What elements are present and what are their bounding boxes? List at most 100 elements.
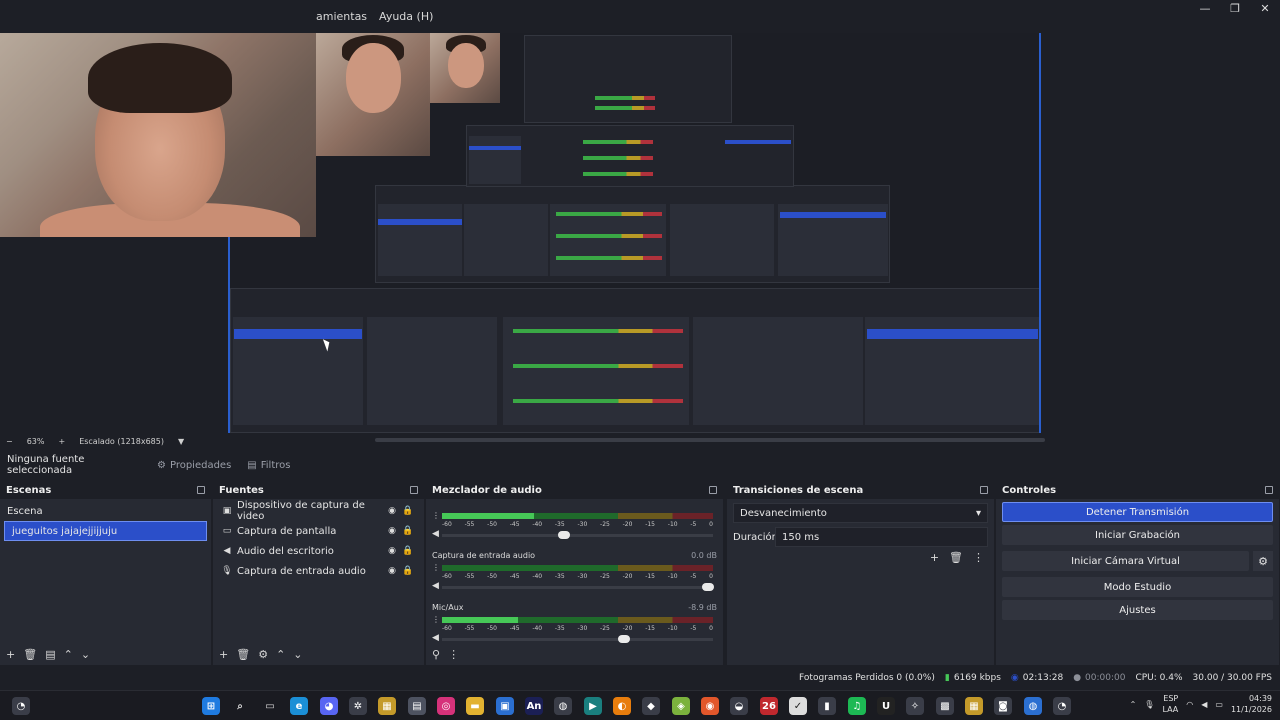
animate-icon[interactable]: An — [525, 697, 543, 715]
unreal-icon[interactable]: U — [877, 697, 895, 715]
app-icon[interactable]: 26 — [760, 697, 778, 715]
lock-icon[interactable]: 🔒 — [400, 506, 416, 516]
blender-icon[interactable]: ◐ — [613, 697, 631, 715]
app-icon[interactable]: ◍ — [554, 697, 572, 715]
task-view-icon[interactable]: ▭ — [261, 697, 279, 715]
scene-item-jueguitos[interactable]: jueguitos jajajejjijjuju — [4, 521, 207, 541]
source-item-video[interactable]: ▣ Dispositivo de captura de video ◉ 🔒 — [213, 500, 424, 522]
search-icon[interactable]: ⌕ — [231, 697, 249, 715]
arrow-up-icon[interactable]: ⌃ — [276, 648, 285, 661]
link-icon[interactable]: ⚲ — [432, 648, 440, 661]
app-icon[interactable]: ◍ — [1024, 697, 1042, 715]
app-icon[interactable]: ✧ — [906, 697, 924, 715]
stop-stream-button[interactable]: Detener Transmisión — [1002, 502, 1273, 522]
gear-icon[interactable]: ⚙ — [1253, 551, 1273, 571]
more-icon[interactable]: ⋮ — [973, 551, 984, 564]
lock-icon[interactable]: 🔒 — [400, 566, 416, 576]
undock-icon[interactable] — [410, 486, 418, 494]
minimize-icon[interactable]: — — [1190, 0, 1220, 16]
more-icon[interactable]: ⋮ — [448, 648, 459, 661]
trash-icon[interactable]: 🗑 — [236, 648, 250, 661]
visibility-icon[interactable]: ◉ — [384, 546, 400, 556]
scale-dropdown-icon[interactable]: ▼ — [178, 437, 184, 446]
app-icon[interactable]: ▮ — [818, 697, 836, 715]
app-icon[interactable]: ◒ — [730, 697, 748, 715]
more-icon[interactable]: ⋮ — [432, 511, 440, 520]
app-icon[interactable]: ◈ — [672, 697, 690, 715]
trash-icon[interactable]: 🗑 — [23, 648, 37, 661]
microphone-icon[interactable]: 🎙 — [1144, 700, 1154, 709]
visibility-icon[interactable]: ◉ — [384, 526, 400, 536]
app-icon[interactable]: ▦ — [378, 697, 396, 715]
preview-area[interactable] — [0, 33, 1280, 433]
chevron-up-icon[interactable]: ⌃ — [1130, 700, 1137, 709]
volume-handle[interactable] — [617, 635, 630, 643]
arrow-up-icon[interactable]: ⌃ — [64, 648, 73, 661]
lock-icon[interactable]: 🔒 — [400, 546, 416, 556]
add-icon[interactable]: + — [219, 648, 228, 661]
file-explorer-icon[interactable]: ▬ — [466, 697, 484, 715]
transition-select[interactable]: Desvanecimiento ▾ — [733, 503, 988, 523]
app-icon[interactable]: ▶ — [584, 697, 602, 715]
close-icon[interactable]: ✕ — [1250, 0, 1280, 16]
obs-tray-icon[interactable]: ◔ — [12, 697, 30, 715]
undock-icon[interactable] — [980, 486, 988, 494]
more-icon[interactable]: ⋮ — [432, 563, 440, 572]
obs-taskbar-icon[interactable]: ◔ — [1053, 697, 1071, 715]
app-icon[interactable]: ◙ — [994, 697, 1012, 715]
volume-slider[interactable] — [442, 531, 713, 539]
source-item-mic[interactable]: 🎙 Captura de entrada audio ◉ 🔒 — [213, 561, 424, 581]
studio-mode-button[interactable]: Modo Estudio — [1002, 577, 1273, 597]
app-icon[interactable]: ◆ — [642, 697, 660, 715]
language-indicator[interactable]: ESP LAA — [1162, 693, 1178, 715]
scale-label[interactable]: Escalado (1218x685) — [79, 437, 164, 446]
visibility-icon[interactable]: ◉ — [384, 566, 400, 576]
webcam-feed[interactable] — [0, 33, 316, 237]
discord-icon[interactable]: ◕ — [320, 697, 338, 715]
trash-icon[interactable]: 🗑 — [949, 551, 963, 564]
visibility-icon[interactable]: ◉ — [384, 506, 400, 516]
filters-button[interactable]: ▤ Filtros — [241, 456, 296, 475]
edge-icon[interactable]: e — [290, 697, 308, 715]
add-icon[interactable]: + — [6, 648, 15, 661]
speaker-icon[interactable]: ◀ — [432, 529, 439, 539]
add-icon[interactable]: + — [930, 551, 939, 564]
lock-icon[interactable]: 🔒 — [400, 526, 416, 536]
zoom-out-icon[interactable]: − — [6, 437, 13, 446]
arrow-down-icon[interactable]: ⌄ — [81, 648, 90, 661]
app-icon[interactable]: ✲ — [349, 697, 367, 715]
gear-icon[interactable]: ⚙ — [258, 648, 268, 661]
arrow-down-icon[interactable]: ⌄ — [293, 648, 302, 661]
spotify-icon[interactable]: ♫ — [848, 697, 866, 715]
volume-handle[interactable] — [557, 531, 570, 539]
app-icon[interactable]: ▤ — [408, 697, 426, 715]
menu-help[interactable]: Ayuda (H) — [379, 10, 433, 23]
source-item-screen[interactable]: ▭ Captura de pantalla ◉ 🔒 — [213, 521, 424, 541]
speaker-icon[interactable]: ◀ — [432, 633, 439, 643]
virtual-camera-button[interactable]: Iniciar Cámara Virtual — [1002, 551, 1249, 571]
settings-button[interactable]: Ajustes — [1002, 600, 1273, 620]
app-icon[interactable]: ▩ — [936, 697, 954, 715]
filter-icon[interactable]: ▤ — [45, 648, 55, 661]
undock-icon[interactable] — [197, 486, 205, 494]
restore-icon[interactable]: ❐ — [1220, 0, 1250, 16]
more-icon[interactable]: ⋮ — [432, 615, 440, 624]
scene-item-escena[interactable]: Escena — [0, 501, 211, 521]
battery-icon[interactable]: ▭ — [1215, 700, 1223, 709]
menu-tools[interactable]: amientas — [316, 10, 367, 23]
undock-icon[interactable] — [709, 486, 717, 494]
clock[interactable]: 04:39 11/1/2026 — [1231, 693, 1272, 715]
wifi-icon[interactable]: ◠ — [1186, 700, 1193, 709]
zoom-in-icon[interactable]: + — [58, 437, 65, 446]
store-icon[interactable]: ▣ — [496, 697, 514, 715]
speaker-icon[interactable]: ◀ — [432, 581, 439, 591]
volume-handle[interactable] — [701, 583, 714, 591]
volume-slider[interactable] — [442, 635, 713, 643]
app-icon[interactable]: ▦ — [965, 697, 983, 715]
windows-start-icon[interactable]: ⊞ — [202, 697, 220, 715]
preview-scrollbar[interactable] — [375, 438, 1045, 442]
duration-input[interactable]: 150 ms — [775, 527, 988, 547]
properties-button[interactable]: ⚙ Propiedades — [151, 456, 237, 475]
source-item-desktop-audio[interactable]: ◀ Audio del escritorio ◉ 🔒 — [213, 541, 424, 561]
instagram-icon[interactable]: ◎ — [437, 697, 455, 715]
